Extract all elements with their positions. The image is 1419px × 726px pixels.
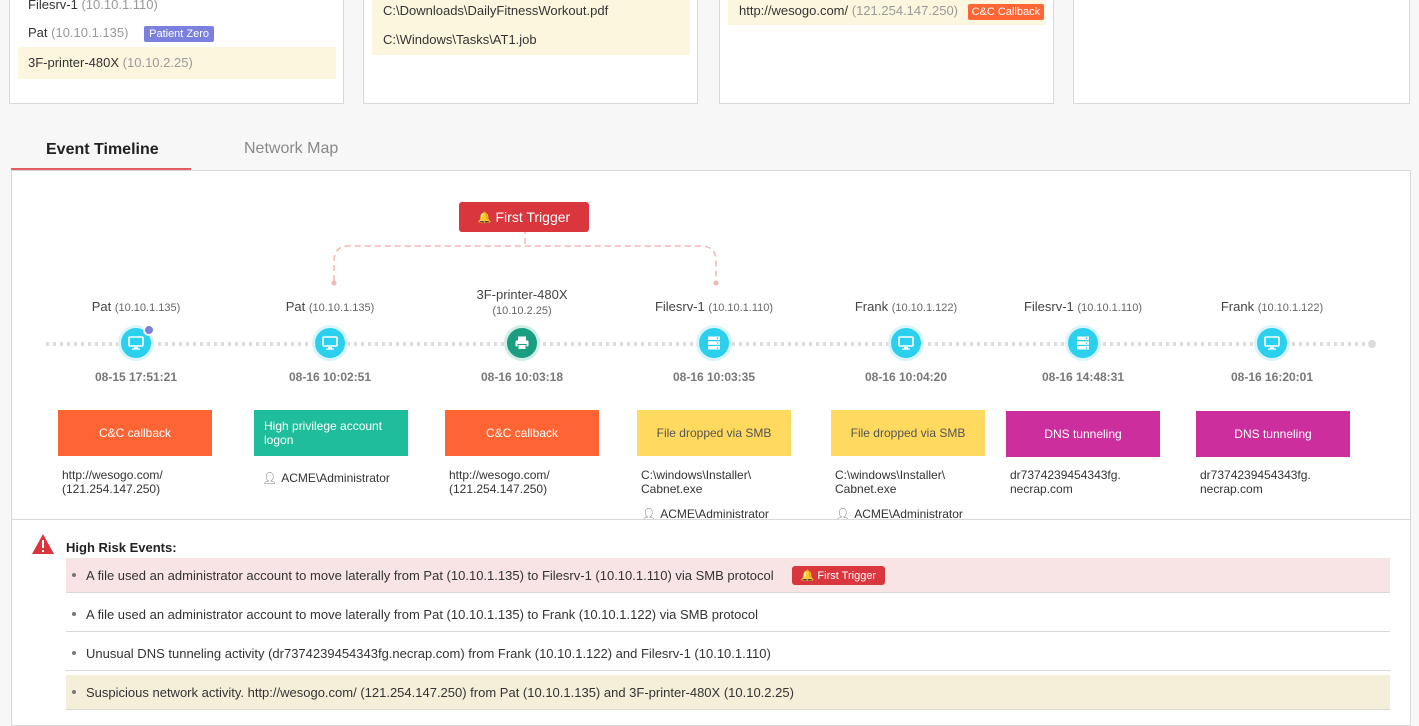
tab-event-timeline[interactable]: Event Timeline — [46, 141, 159, 159]
event-host-label: Filesrv-1 (10.10.1.110) — [1023, 299, 1143, 314]
risk-event-text: Suspicious network activity. http://weso… — [86, 684, 794, 700]
high-risk-title: High Risk Events: — [66, 540, 177, 555]
user-icon: 👤︎ — [262, 471, 278, 485]
empty-card — [1073, 0, 1410, 104]
event-node[interactable] — [1065, 325, 1101, 361]
host-row[interactable]: Pat (10.10.1.135) Patient Zero — [28, 19, 215, 48]
event-node[interactable] — [118, 324, 155, 361]
urls-card: http://wesogo.com/ (121.254.147.250) C&C… — [719, 0, 1054, 104]
event-type-tag[interactable]: DNS tunneling — [1196, 411, 1350, 457]
event-node[interactable] — [504, 325, 540, 361]
event-node[interactable] — [1254, 325, 1290, 361]
event-timeline-panel: 🔔 First Trigger Pat (10.10.1.135) 08-15 17… — [11, 170, 1411, 726]
monitor-icon — [898, 335, 914, 351]
bullet-dot — [72, 651, 76, 655]
event-host-label: Filesrv-1 (10.10.1.110) — [654, 299, 774, 314]
event-time: 08-16 16:20:01 — [1230, 370, 1314, 384]
event-node[interactable] — [696, 325, 732, 361]
event-type-tag[interactable]: File dropped via SMB — [637, 410, 791, 456]
event-type-tag[interactable]: High privilege account logon — [254, 410, 408, 456]
bell-icon: 🔔 — [477, 211, 492, 224]
bullet-dot — [72, 573, 76, 577]
event-user: 👤︎ ACME\Administrator — [262, 471, 390, 485]
first-trigger-badge: 🔔 First Trigger — [791, 565, 886, 585]
bell-icon: 🔔 — [800, 569, 815, 582]
event-detail: http://wesogo.com/ (121.254.147.250) — [449, 468, 550, 496]
printer-icon — [514, 335, 530, 351]
risk-event-text: A file used an administrator account to … — [86, 567, 774, 583]
bullet-dot — [72, 612, 76, 616]
event-time: 08-16 10:04:20 — [864, 370, 948, 384]
hosts-card: Filesrv-1 (10.10.1.110) Pat (10.10.1.135… — [9, 0, 344, 104]
bullet-dot — [72, 690, 76, 694]
event-host-label: Frank (10.10.1.122) — [1220, 299, 1324, 314]
event-detail: dr7374239454343fg. necrap.com — [1200, 468, 1311, 496]
patient-zero-badge: Patient Zero — [144, 26, 215, 42]
file-row[interactable]: C:\Windows\Tasks\AT1.job — [372, 25, 690, 55]
event-host-label: Frank (10.10.1.122) — [854, 299, 958, 314]
event-time: 08-16 14:48:31 — [1041, 370, 1125, 384]
event-time: 08-16 10:02:51 — [288, 370, 372, 384]
event-node[interactable] — [888, 325, 924, 361]
event-time: 08-15 17:51:21 — [94, 370, 178, 384]
cc-callback-badge: C&C Callback — [967, 4, 1045, 20]
warning-icon — [32, 534, 54, 554]
risk-event-row[interactable]: A file used an administrator account to … — [66, 558, 1390, 593]
event-detail: C:\windows\Installer\ Cabnet.exe — [641, 468, 752, 496]
host-row[interactable]: 3F-printer-480X (10.10.2.25) — [18, 47, 336, 79]
event-host-label: Pat (10.10.1.135) — [285, 299, 375, 314]
high-risk-events-section: High Risk Events: A file used an adminis… — [12, 519, 1410, 725]
risk-event-text: A file used an administrator account to … — [86, 606, 759, 622]
risk-event-row[interactable]: Suspicious network activity. http://weso… — [66, 675, 1390, 710]
patient-zero-dot — [143, 324, 155, 336]
event-host-label: Pat (10.10.1.135) — [91, 299, 181, 314]
risk-event-row[interactable]: A file used an administrator account to … — [66, 597, 1390, 632]
event-node[interactable] — [312, 325, 348, 361]
file-row[interactable]: C:\Downloads\DailyFitnessWorkout.pdf — [372, 0, 690, 25]
tab-network-map[interactable]: Network Map — [244, 140, 338, 158]
first-trigger-button[interactable]: 🔔 First Trigger — [459, 202, 589, 232]
event-type-tag[interactable]: File dropped via SMB — [831, 410, 985, 456]
event-type-tag[interactable]: DNS tunneling — [1006, 411, 1160, 457]
url-row[interactable]: http://wesogo.com/ (121.254.147.250) C&C… — [728, 0, 1046, 25]
event-type-tag[interactable]: C&C callback — [58, 410, 212, 456]
event-time: 08-16 10:03:35 — [672, 370, 756, 384]
server-icon — [706, 335, 722, 351]
event-type-tag[interactable]: C&C callback — [445, 410, 599, 456]
event-detail: C:\windows\Installer\ Cabnet.exe — [835, 468, 946, 496]
monitor-icon — [128, 335, 144, 351]
risk-event-text: Unusual DNS tunneling activity (dr737423… — [86, 645, 771, 661]
risk-event-row[interactable]: Unusual DNS tunneling activity (dr737423… — [66, 636, 1390, 671]
monitor-icon — [322, 335, 338, 351]
first-trigger-label: First Trigger — [495, 209, 571, 225]
monitor-icon — [1264, 335, 1280, 351]
event-host-label: 3F-printer-480X (10.10.2.25) — [476, 287, 568, 317]
event-detail: http://wesogo.com/ (121.254.147.250) — [62, 468, 163, 496]
host-row[interactable]: Filesrv-1 (10.10.1.110) — [28, 0, 158, 19]
files-card: C:\Downloads\DailyFitnessWorkout.pdf C:\… — [363, 0, 698, 104]
event-time: 08-16 10:03:18 — [480, 370, 564, 384]
event-detail: dr7374239454343fg. necrap.com — [1010, 468, 1121, 496]
server-icon — [1075, 335, 1091, 351]
